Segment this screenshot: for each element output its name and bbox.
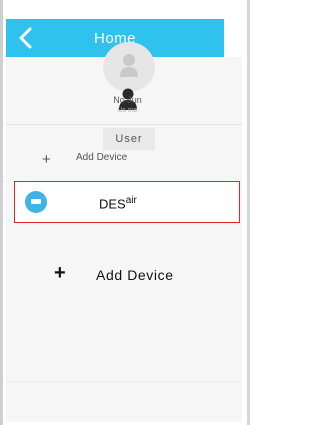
user-subtitle: Us me	[117, 107, 138, 114]
device-list-item[interactable]: DESair	[14, 181, 240, 223]
right-edge	[247, 0, 250, 425]
side-add-plus-icon[interactable]: +	[42, 151, 51, 168]
side-add-device-label[interactable]: Add Device	[76, 152, 127, 161]
user-avatar-icon	[120, 54, 138, 77]
device-name: DESair	[99, 195, 137, 212]
app-screen: Home No Jun Us me User + Add Device DESa…	[0, 0, 250, 425]
air-conditioner-icon	[25, 191, 47, 213]
user-name: No Jun	[113, 95, 142, 105]
add-device-button[interactable]: Add Device	[96, 267, 174, 283]
user-tag[interactable]: User	[103, 128, 155, 150]
left-edge	[0, 0, 3, 425]
divider	[6, 124, 242, 125]
add-device-plus-icon[interactable]: +	[54, 262, 66, 285]
device-icon-inner	[31, 199, 41, 204]
bottom-divider	[6, 381, 242, 382]
